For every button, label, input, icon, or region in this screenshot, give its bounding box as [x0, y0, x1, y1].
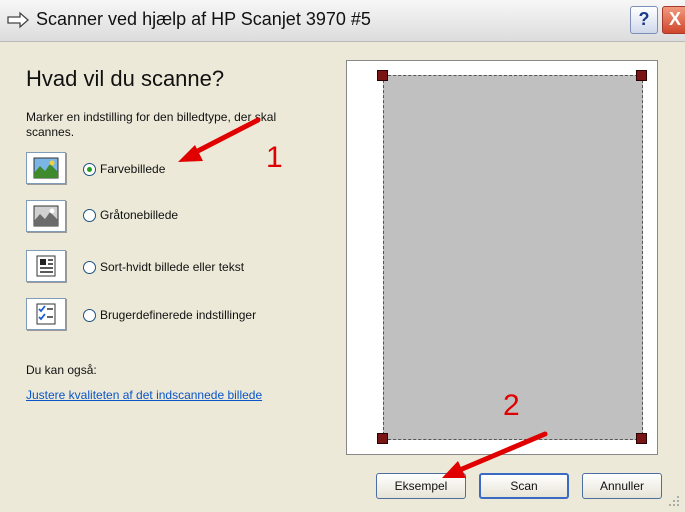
preview-button[interactable]: Eksempel [376, 473, 466, 499]
grayscale-photo-icon[interactable] [26, 200, 66, 232]
cancel-button[interactable]: Annuller [582, 473, 662, 499]
option-label-black-white[interactable]: Sort-hvidt billede eller tekst [100, 260, 244, 274]
crop-handle-bottom-left[interactable] [377, 433, 388, 444]
crop-handle-bottom-right[interactable] [636, 433, 647, 444]
resize-grip-icon[interactable] [667, 494, 681, 508]
title-bar: Scanner ved hjælp af HP Scanjet 3970 #5 … [0, 0, 685, 42]
also-label: Du kan også: [26, 363, 97, 377]
crop-handle-top-right[interactable] [636, 70, 647, 81]
option-label-custom[interactable]: Brugerdefinerede indstillinger [100, 308, 256, 322]
scanner-arrow-icon [7, 11, 29, 29]
page-title: Hvad vil du scanne? [26, 66, 225, 91]
instruction-text: Marker en indstilling for den billedtype… [26, 110, 277, 139]
annotation-number-2: 2 [503, 389, 520, 422]
crop-handle-top-left[interactable] [377, 70, 388, 81]
radio-custom-settings[interactable] [83, 309, 96, 322]
custom-settings-icon[interactable] [26, 298, 66, 330]
scan-button[interactable]: Scan [479, 473, 569, 499]
black-white-text-icon[interactable] [26, 250, 66, 282]
help-button[interactable]: ? [630, 6, 658, 34]
window-title: Scanner ved hjælp af HP Scanjet 3970 #5 [36, 9, 371, 29]
adjust-quality-link[interactable]: Justere kvaliteten af det indscannede bi… [26, 388, 262, 402]
option-label-color[interactable]: Farvebillede [100, 162, 165, 176]
radio-color-photo[interactable] [83, 163, 96, 176]
option-label-grayscale[interactable]: Gråtonebillede [100, 208, 178, 222]
radio-black-white-text[interactable] [83, 261, 96, 274]
annotation-number-1: 1 [266, 141, 283, 174]
scan-area[interactable] [383, 75, 643, 440]
radio-grayscale-photo[interactable] [83, 209, 96, 222]
close-button[interactable]: X [662, 6, 685, 34]
color-photo-icon[interactable] [26, 152, 66, 184]
